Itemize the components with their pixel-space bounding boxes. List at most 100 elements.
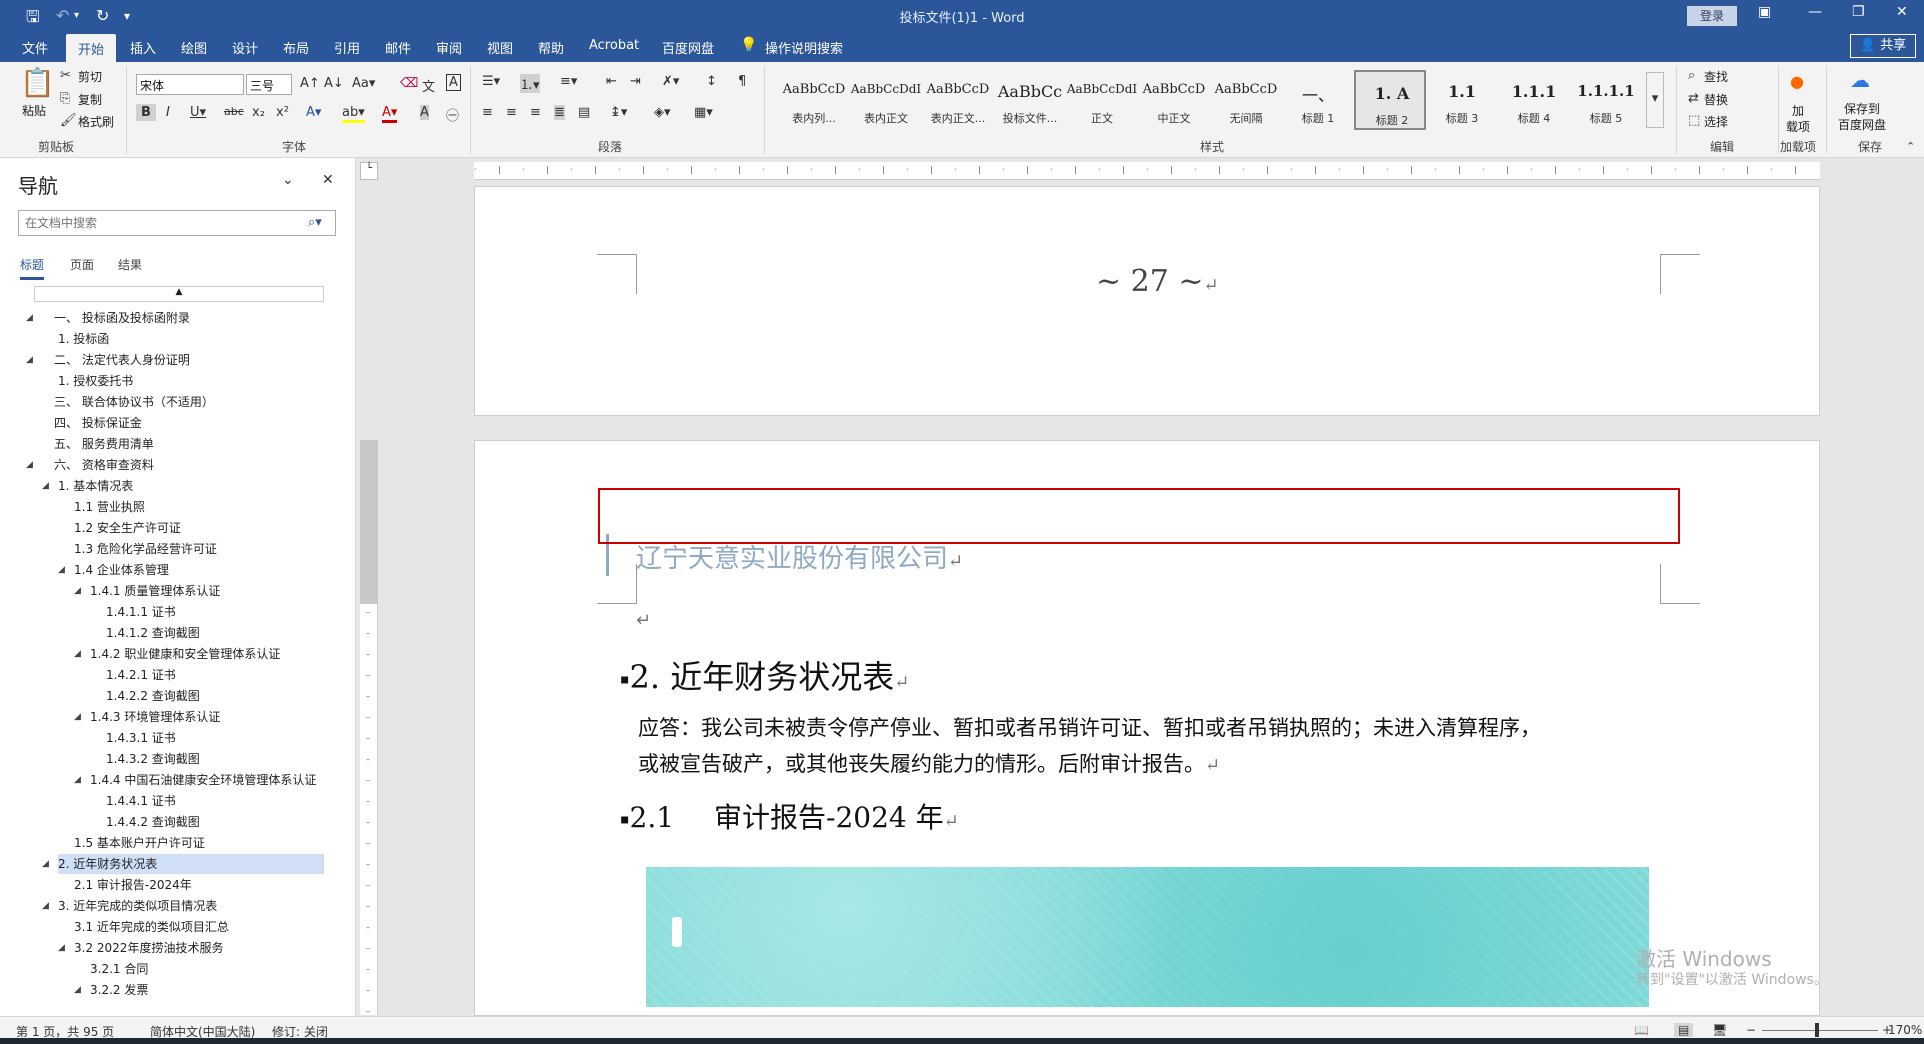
format-painter-icon[interactable]: 🖌 (60, 113, 77, 128)
nav-heading-item[interactable]: 1.5 基本账户开户许可证 (74, 833, 205, 853)
heading-1[interactable]: ▪2. 近年财务状况表↵ (620, 652, 909, 698)
web-layout-icon[interactable]: 🖥 (1712, 1023, 1727, 1037)
nav-heading-item[interactable]: 二、 法定代表人身份证明 (54, 350, 190, 370)
nav-collapse-icon[interactable]: ◢ (26, 355, 33, 365)
nav-heading-item[interactable]: 3. 近年完成的类似项目情况表 (58, 896, 217, 916)
nav-heading-item[interactable]: 1.4.3.2 查询截图 (106, 749, 200, 769)
tab-insert[interactable]: 插入 (130, 38, 156, 57)
minimize-icon[interactable]: — (1808, 4, 1822, 20)
tell-me-search[interactable]: 操作说明搜索 (765, 38, 843, 57)
shading-icon[interactable]: ◈▾ (654, 105, 671, 120)
char-shading-icon[interactable]: A (420, 105, 429, 120)
nav-collapse-icon[interactable]: ◢ (74, 775, 81, 785)
replace-label[interactable]: 替换 (1704, 91, 1728, 108)
nav-search-input[interactable] (18, 210, 336, 236)
nav-heading-item[interactable]: 1. 基本情况表 (58, 476, 133, 496)
nav-heading-item[interactable]: 1.4.3 环境管理体系认证 (90, 707, 220, 727)
clear-format-icon[interactable]: ⌫ (400, 76, 418, 91)
nav-collapse-icon[interactable]: ◢ (42, 901, 49, 911)
nav-heading-item[interactable]: 1.4.2.2 查询截图 (106, 686, 200, 706)
nav-collapse-icon[interactable]: ◢ (74, 712, 81, 722)
asian-layout-icon[interactable]: ✗▾ (662, 74, 679, 89)
italic-icon[interactable]: I (166, 105, 170, 120)
zoom-slider-thumb[interactable] (1815, 1023, 1819, 1037)
nav-collapse-icon[interactable]: ◢ (26, 460, 33, 470)
read-mode-icon[interactable]: 📖 (1634, 1023, 1649, 1037)
restore-icon[interactable]: ❐ (1852, 4, 1865, 20)
char-border-icon[interactable]: A (446, 74, 461, 91)
nav-heading-item[interactable]: 六、 资格审查资料 (54, 455, 154, 475)
enclose-char-icon[interactable]: ㊀ (446, 105, 459, 124)
empty-paragraph-mark[interactable]: ↵ (636, 610, 651, 631)
nav-heading-item[interactable]: 1. 投标函 (58, 329, 109, 349)
grow-font-icon[interactable]: A↑ (300, 76, 320, 91)
zoom-level[interactable]: 170% (1888, 1023, 1922, 1037)
highlight-icon[interactable]: ab▾ (342, 105, 365, 123)
superscript-icon[interactable]: x² (276, 105, 289, 120)
nav-collapse-icon[interactable]: ◢ (74, 586, 81, 596)
style-item[interactable]: AaBbCcDdI 正文 (1066, 70, 1138, 130)
font-size-combo[interactable]: 三号 (246, 74, 292, 95)
nav-heading-item[interactable]: 三、 联合体协议书（不适用） (54, 392, 214, 412)
multilevel-list-icon[interactable]: ≡▾ (560, 74, 577, 89)
save-baidu-label2[interactable]: 百度网盘 (1838, 116, 1886, 133)
decrease-indent-icon[interactable]: ⇤ (606, 74, 617, 89)
heading-2[interactable]: ▪2.1 审计报告-2024 年↵ (620, 796, 959, 836)
signin-button[interactable]: 登录 (1687, 6, 1737, 26)
nav-heading-item[interactable]: 五、 服务费用清单 (54, 434, 154, 454)
tab-layout[interactable]: 布局 (283, 38, 309, 57)
find-label[interactable]: 查找 (1704, 68, 1728, 85)
nav-heading-item[interactable]: 1.4.2.1 证书 (106, 665, 176, 685)
align-center-icon[interactable]: ≡ (506, 105, 517, 120)
bold-icon[interactable]: B (136, 104, 156, 121)
addins-label1[interactable]: 加 (1792, 102, 1804, 119)
format-painter-label[interactable]: 格式刷 (78, 113, 114, 130)
nav-heading-item[interactable]: 1.4.1.2 查询截图 (106, 623, 200, 643)
nav-heading-item[interactable]: 1.2 安全生产许可证 (74, 518, 181, 538)
nav-collapse-icon[interactable]: ◢ (74, 649, 81, 659)
sort-icon[interactable]: ↕ (706, 74, 717, 89)
nav-collapse-icon[interactable]: ◢ (26, 313, 33, 323)
addins-label2[interactable]: 载项 (1786, 118, 1810, 135)
tab-view[interactable]: 视图 (487, 38, 513, 57)
nav-tab-pages[interactable]: 页面 (70, 256, 94, 273)
increase-indent-icon[interactable]: ⇥ (630, 74, 641, 89)
zoom-slider[interactable] (1762, 1030, 1878, 1031)
nav-heading-item[interactable]: 1.4.3.1 证书 (106, 728, 176, 748)
nav-heading-item[interactable]: 2. 近年财务状况表 (58, 854, 324, 874)
search-icon[interactable]: ⌕▾ (308, 215, 322, 230)
nav-heading-item[interactable]: 3.1 近年完成的类似项目汇总 (74, 917, 229, 937)
nav-heading-item[interactable]: 1.4 企业体系管理 (74, 560, 169, 580)
tab-references[interactable]: 引用 (334, 38, 360, 57)
style-item[interactable]: AaBbCcD 表内列... (778, 70, 850, 130)
find-icon[interactable]: ⌕ (1688, 68, 1695, 83)
tab-draw[interactable]: 绘图 (181, 38, 207, 57)
style-item[interactable]: 1.1.1 标题 4 (1498, 70, 1570, 130)
shrink-font-icon[interactable]: A↓ (324, 76, 344, 91)
style-item[interactable]: AaBbCc 投标文件... (994, 70, 1066, 130)
baidu-cloud-icon[interactable]: ☁ (1850, 68, 1870, 92)
tab-review[interactable]: 审阅 (436, 38, 462, 57)
nav-heading-item[interactable]: 1.4.1.1 证书 (106, 602, 176, 622)
nav-scroll-up-arrow[interactable]: ▲ (34, 286, 324, 302)
line-spacing-icon[interactable]: ↨▾ (610, 105, 627, 120)
nav-options-icon[interactable]: ⌄ (282, 172, 294, 188)
nav-collapse-icon[interactable]: ◢ (58, 565, 65, 575)
nav-close-icon[interactable]: ✕ (322, 172, 334, 188)
audit-report-cover-image[interactable] (646, 867, 1649, 1007)
tab-design[interactable]: 设计 (232, 38, 258, 57)
subscript-icon[interactable]: x₂ (252, 105, 265, 120)
addins-icon[interactable]: ● (1790, 72, 1804, 91)
nav-heading-item[interactable]: 1.4.4 中国石油健康安全环境管理体系认证 (90, 770, 316, 790)
copy-icon[interactable]: ⎘ (60, 91, 70, 106)
style-item-selected[interactable]: 1. A 标题 2 (1354, 70, 1426, 130)
underline-icon[interactable]: U▾ (190, 105, 206, 120)
change-case-icon[interactable]: Aa▾ (352, 76, 375, 91)
tab-selector[interactable]: └ (360, 162, 378, 180)
show-marks-icon[interactable]: ¶ (738, 74, 746, 89)
styles-more-icon[interactable]: ▾ (1646, 72, 1664, 128)
strikethrough-icon[interactable]: abc (224, 105, 244, 118)
cut-icon[interactable]: ✂ (60, 68, 71, 83)
tab-baidu[interactable]: 百度网盘 (662, 38, 714, 57)
select-icon[interactable]: ⬚ (1688, 113, 1700, 128)
